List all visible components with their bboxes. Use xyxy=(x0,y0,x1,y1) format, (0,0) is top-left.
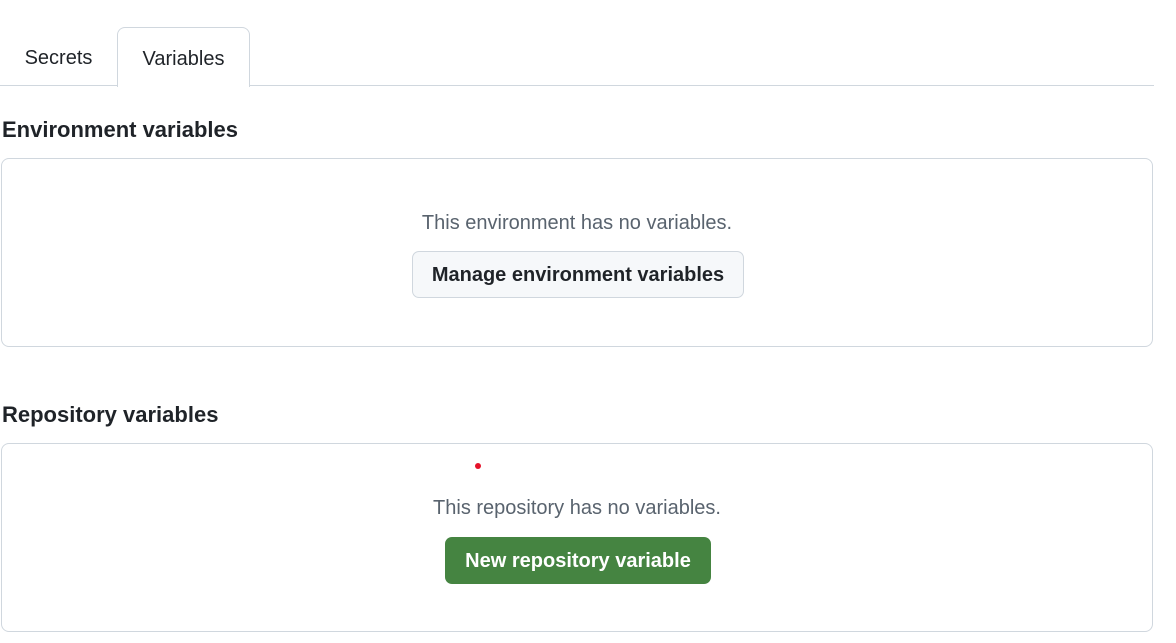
repository-variables-panel: This repository has no variables. New re… xyxy=(1,443,1153,632)
environment-empty-message: This environment has no variables. xyxy=(421,212,733,234)
new-repository-variable-button[interactable]: New repository variable xyxy=(445,537,711,584)
manage-environment-variables-button[interactable]: Manage environment variables xyxy=(412,251,744,298)
variables-page: Secrets Variables Environment variables … xyxy=(0,0,1176,643)
repository-variables-heading: Repository variables xyxy=(2,402,219,427)
cursor-marker xyxy=(475,463,481,469)
environment-variables-panel: This environment has no variables. Manag… xyxy=(1,158,1153,347)
environment-variables-heading: Environment variables xyxy=(2,117,238,142)
repository-empty-message: This repository has no variables. xyxy=(433,497,721,519)
tab-secrets[interactable]: Secrets xyxy=(0,27,117,85)
tab-bar: Secrets Variables xyxy=(0,27,1154,87)
tab-variables[interactable]: Variables xyxy=(117,27,250,87)
